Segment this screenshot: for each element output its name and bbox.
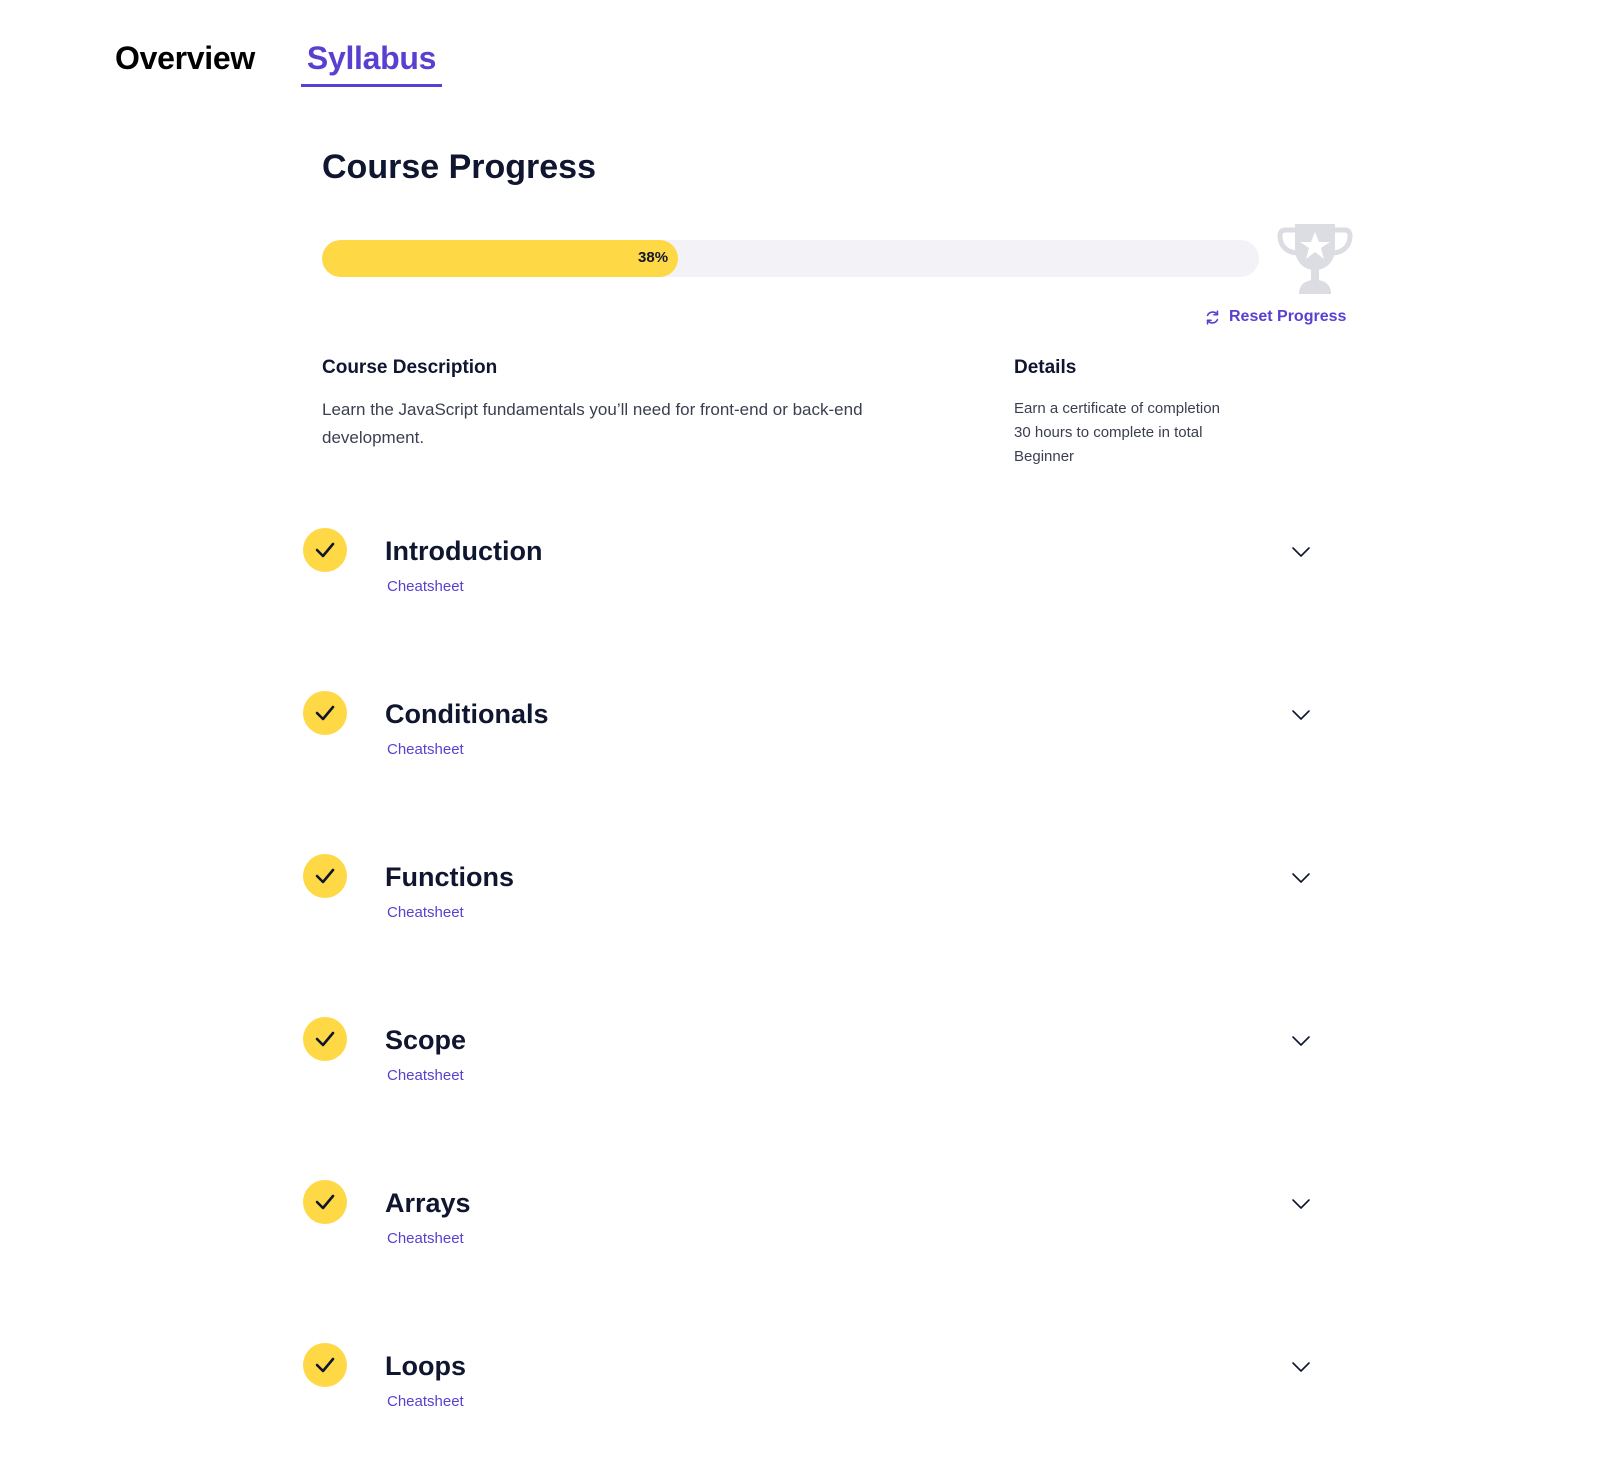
reset-progress-label: Reset Progress — [1229, 308, 1347, 325]
completed-badge — [303, 691, 347, 735]
cheatsheet-link[interactable]: Cheatsheet — [387, 1230, 464, 1247]
tab-bar: Overview Syllabus — [115, 38, 443, 87]
chevron-down-icon[interactable] — [1289, 1029, 1313, 1053]
module-title[interactable]: Loops — [385, 1351, 466, 1382]
syllabus-page: Overview Syllabus Course Progress 38% Re… — [0, 0, 1618, 1460]
reset-progress-button[interactable]: Reset Progress — [1204, 308, 1346, 326]
progress-percent-label: 38% — [638, 249, 669, 266]
details-list: Earn a certificate of completion 30 hour… — [1014, 397, 1220, 469]
course-description-heading: Course Description — [322, 357, 498, 378]
module-item: Conditionals Cheatsheet — [303, 691, 1313, 854]
module-item: Introduction Cheatsheet — [303, 528, 1313, 691]
check-icon — [315, 542, 335, 558]
course-description-text: Learn the JavaScript fundamentals you’ll… — [322, 400, 863, 447]
cheatsheet-link[interactable]: Cheatsheet — [387, 741, 464, 758]
details-item: 30 hours to complete in total — [1014, 424, 1203, 441]
module-item: Loops Cheatsheet — [303, 1343, 1313, 1460]
cheatsheet-link[interactable]: Cheatsheet — [387, 904, 464, 921]
module-list: Introduction Cheatsheet Conditionals Che… — [303, 528, 1313, 1460]
module-title[interactable]: Scope — [385, 1025, 466, 1056]
chevron-down-icon[interactable] — [1289, 703, 1313, 727]
details-item: Earn a certificate of completion — [1014, 400, 1220, 417]
check-icon — [315, 1357, 335, 1373]
module-item: Arrays Cheatsheet — [303, 1180, 1313, 1343]
details-item: Beginner — [1014, 448, 1075, 465]
details-heading: Details — [1014, 357, 1077, 378]
completed-badge — [303, 1180, 347, 1224]
tab-overview[interactable]: Overview — [109, 38, 261, 87]
module-item: Functions Cheatsheet — [303, 854, 1313, 1017]
module-title[interactable]: Introduction — [385, 536, 542, 567]
completed-badge — [303, 854, 347, 898]
progress-bar: 38% — [322, 240, 1259, 277]
chevron-down-icon[interactable] — [1289, 1355, 1313, 1379]
cheatsheet-link[interactable]: Cheatsheet — [387, 1393, 464, 1410]
completed-badge — [303, 1343, 347, 1387]
module-title[interactable]: Conditionals — [385, 699, 549, 730]
module-title[interactable]: Functions — [385, 862, 514, 893]
module-title[interactable]: Arrays — [385, 1188, 471, 1219]
module-item: Scope Cheatsheet — [303, 1017, 1313, 1180]
refresh-icon — [1206, 309, 1219, 325]
trophy-icon — [1277, 224, 1353, 294]
cheatsheet-link[interactable]: Cheatsheet — [387, 1067, 464, 1084]
chevron-down-icon[interactable] — [1289, 1192, 1313, 1216]
progress-bar-fill: 38% — [322, 240, 679, 277]
check-icon — [315, 705, 335, 721]
chevron-down-icon[interactable] — [1289, 866, 1313, 890]
completed-badge — [303, 528, 347, 572]
check-icon — [315, 1194, 335, 1210]
check-icon — [315, 1031, 335, 1047]
check-icon — [315, 868, 335, 884]
course-progress-title: Course Progress — [322, 148, 596, 186]
cheatsheet-link[interactable]: Cheatsheet — [387, 578, 464, 595]
completed-badge — [303, 1017, 347, 1061]
tab-syllabus[interactable]: Syllabus — [300, 38, 443, 87]
chevron-down-icon[interactable] — [1289, 540, 1313, 564]
